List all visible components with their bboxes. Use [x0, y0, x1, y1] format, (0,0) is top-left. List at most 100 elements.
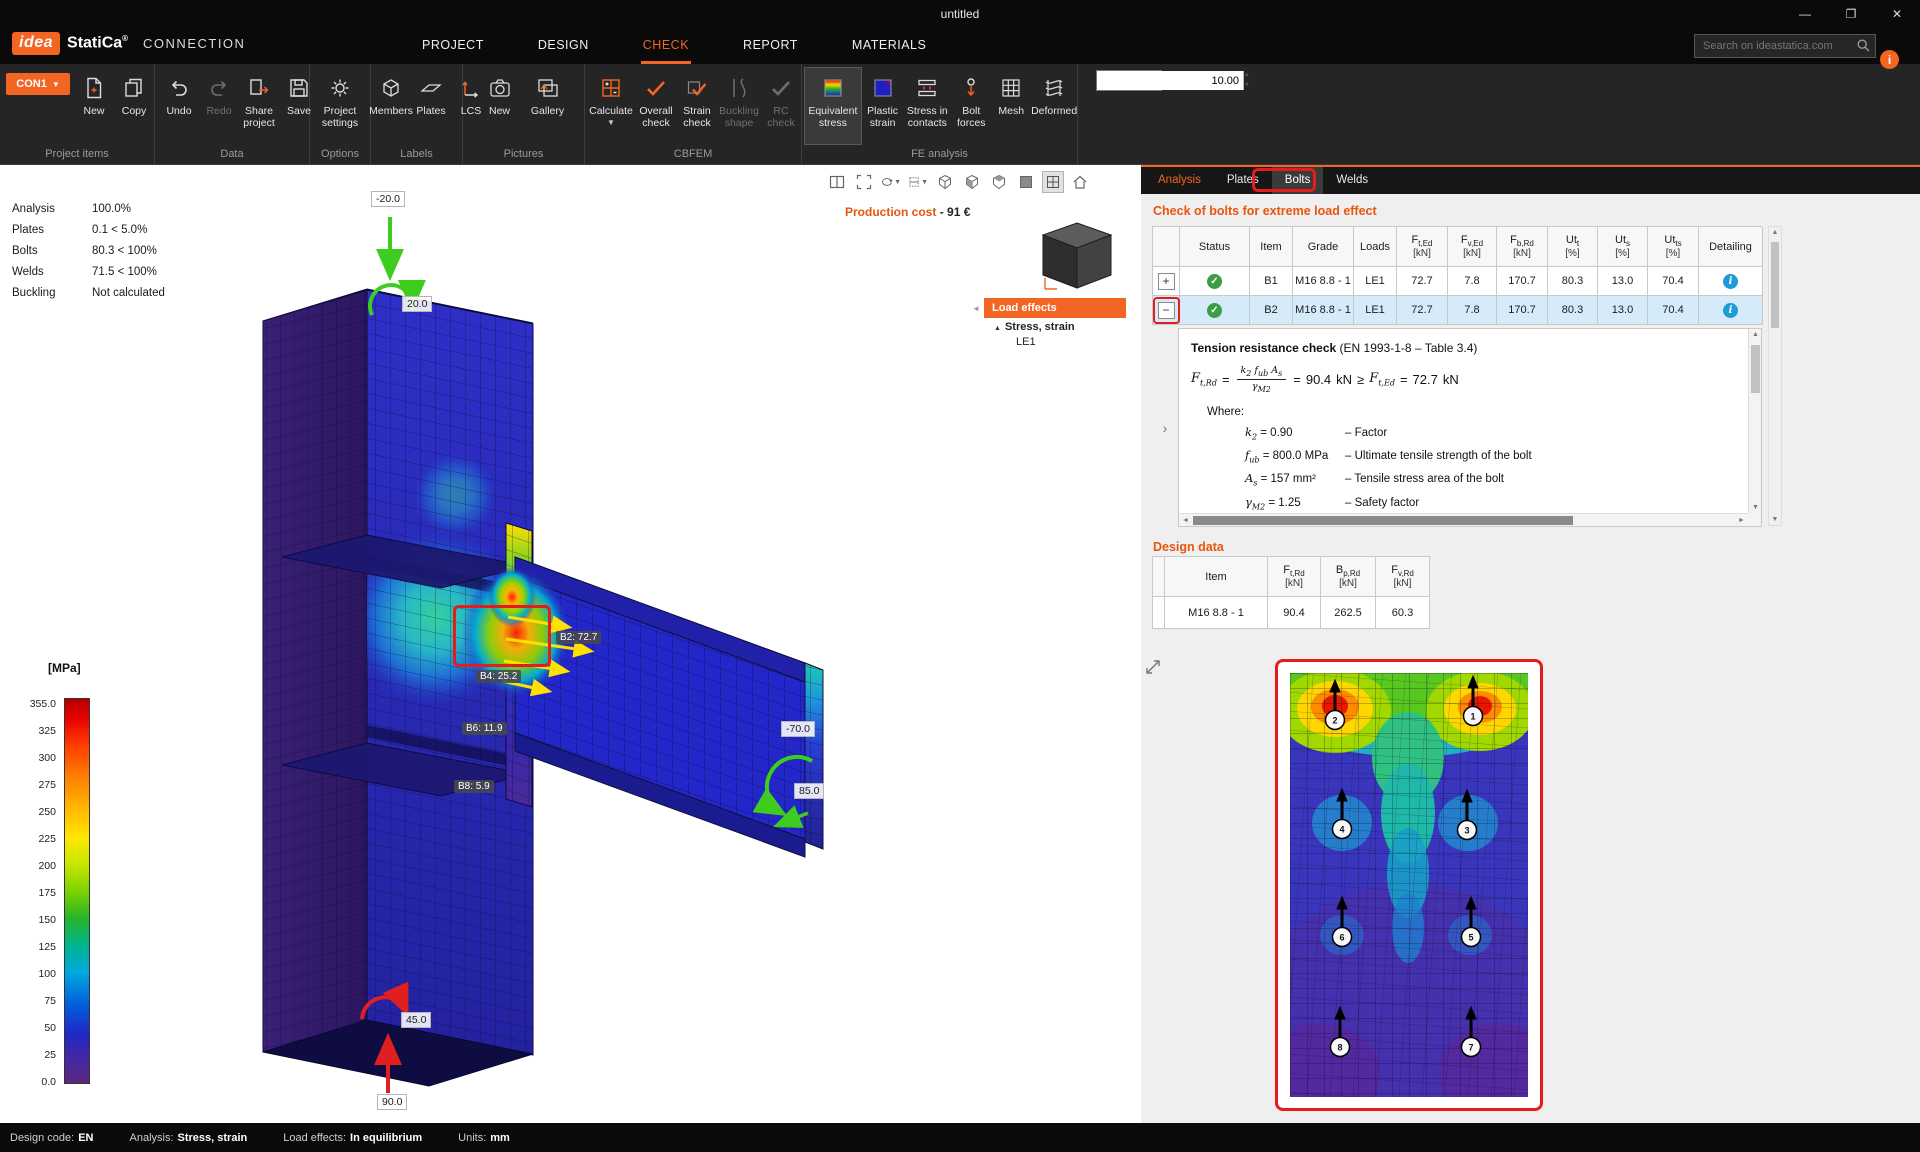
stress-in-contacts-button[interactable]: Stress in contacts: [903, 67, 951, 145]
close-button[interactable]: ✕: [1874, 0, 1920, 28]
scroll-right-icon[interactable]: ►: [1735, 514, 1748, 527]
detailing-info-icon[interactable]: i: [1723, 274, 1738, 289]
deformed-scale-spinner[interactable]: ▲▼: [1096, 70, 1162, 91]
load-label-top-moment: 20.0: [402, 296, 432, 312]
info-icon[interactable]: i: [1880, 50, 1899, 69]
collapse-icon[interactable]: ◄: [972, 304, 980, 313]
menu-check[interactable]: CHECK: [641, 28, 691, 64]
detailing-info-icon[interactable]: i: [1723, 303, 1738, 318]
minimize-button[interactable]: —: [1782, 0, 1828, 28]
load-effects-tree: ◄ Load effects ▲Stress, strain LE1: [984, 298, 1126, 348]
tab-plates[interactable]: Plates: [1214, 167, 1272, 194]
fullscreen-icon[interactable]: [853, 171, 875, 193]
plastic-strain-button[interactable]: Plastic strain: [862, 67, 904, 145]
shading-solid-icon[interactable]: [1015, 171, 1037, 193]
close-icon: ✕: [1892, 7, 1902, 21]
app-logo: idea StatiCa® CONNECTION: [12, 32, 245, 55]
navigation-cube[interactable]: [1035, 217, 1119, 297]
bolt-forces-button[interactable]: Bolt forces: [951, 67, 991, 145]
view-iso-icon[interactable]: [934, 171, 956, 193]
summary-label: Analysis: [12, 203, 92, 224]
detail-horizontal-scrollbar[interactable]: ◄►: [1179, 513, 1748, 526]
deformed-button[interactable]: Deformed: [1031, 67, 1077, 145]
spin-up-icon[interactable]: ▲: [1244, 71, 1250, 81]
model-3d[interactable]: [0, 165, 1141, 1123]
svg-text:8: 8: [1337, 1043, 1342, 1053]
tab-bolts[interactable]: Bolts: [1272, 167, 1324, 194]
scroll-down-icon[interactable]: ▼: [1749, 504, 1762, 511]
group-caption: Labels: [371, 146, 462, 164]
overall-check-icon: [644, 73, 668, 103]
view-top-icon[interactable]: [988, 171, 1010, 193]
col-ft-rd: Ft,Rd[kN]: [1268, 557, 1321, 597]
where-row: As = 157 mm²– Tensile stress area of the…: [1179, 464, 1761, 487]
table-row-b1[interactable]: + ✓ B1 M16 8.8 - 1 LE1 72.7 7.8 170.7 80…: [1153, 267, 1762, 296]
scrollbar-thumb[interactable]: [1193, 516, 1573, 525]
svg-text:7: 7: [1468, 1043, 1473, 1053]
tab-welds[interactable]: Welds: [1323, 167, 1381, 194]
connection-selector[interactable]: CON1▼: [6, 73, 70, 95]
shading-edges-icon[interactable]: [1042, 171, 1064, 193]
section-icon[interactable]: ▼: [907, 171, 929, 193]
scroll-left-icon[interactable]: ◄: [1179, 514, 1192, 527]
spin-down-icon[interactable]: ▼: [1244, 81, 1250, 91]
strain-check-button[interactable]: Strain check: [677, 67, 717, 145]
tree-root-load-effects[interactable]: Load effects: [984, 298, 1126, 318]
load-label-right-force: 85.0: [794, 783, 824, 799]
scrollbar-thumb[interactable]: [1751, 345, 1760, 393]
detail-expander[interactable]: ›: [1152, 328, 1178, 527]
tree-item-stress-strain[interactable]: ▲Stress, strain: [984, 318, 1126, 334]
members-labels-button[interactable]: Members: [371, 67, 411, 145]
redo-button[interactable]: Redo: [199, 67, 239, 145]
menu-report[interactable]: REPORT: [741, 28, 800, 64]
scrollbar-thumb[interactable]: [1771, 242, 1779, 328]
gear-icon: [328, 73, 352, 103]
menu-project[interactable]: PROJECT: [420, 28, 486, 64]
expand-figure-icon[interactable]: [1144, 658, 1162, 676]
design-data-table: Item Ft,Rd[kN] Bp,Rd[kN] Fv,Rd[kN] M16 8…: [1152, 556, 1430, 629]
detail-vertical-scrollbar[interactable]: ▲▼: [1748, 329, 1761, 513]
new-picture-button[interactable]: New: [478, 67, 522, 145]
plates-labels-button[interactable]: Plates: [411, 67, 451, 145]
collapse-row-button[interactable]: −: [1158, 302, 1175, 319]
scroll-up-icon[interactable]: ▲: [1769, 229, 1781, 236]
rc-check-button[interactable]: RC check: [761, 67, 801, 145]
share-project-button[interactable]: Share project: [239, 67, 279, 145]
gallery-icon: [536, 73, 560, 103]
scroll-down-icon[interactable]: ▼: [1769, 516, 1781, 523]
table-vertical-scrollbar[interactable]: ▲▼: [1768, 226, 1782, 526]
table-row-b2[interactable]: − ✓ B2 M16 8.8 - 1 LE1 72.7 7.8 170.7 80…: [1153, 296, 1762, 325]
design-data-row[interactable]: M16 8.8 - 1 90.4 262.5 60.3: [1153, 597, 1430, 629]
summary-label: Buckling: [12, 287, 92, 308]
scroll-up-icon[interactable]: ▲: [1749, 331, 1762, 338]
copy-button[interactable]: Copy: [114, 67, 154, 145]
maximize-button[interactable]: ❐: [1828, 0, 1874, 28]
view-front-icon[interactable]: [961, 171, 983, 193]
viewport-3d[interactable]: ▼ ▼ Analysis100.0% Plates0.1 < 5.0% Bolt…: [0, 165, 1141, 1123]
project-settings-button[interactable]: Project settings: [313, 67, 367, 145]
viewport-toolbar: ▼ ▼: [826, 171, 1091, 193]
overall-check-button[interactable]: Overall check: [635, 67, 677, 145]
scale-value-input[interactable]: [1097, 71, 1243, 90]
undo-button[interactable]: Undo: [159, 67, 199, 145]
col-ft-ed: Ft,Ed[kN]: [1397, 227, 1448, 267]
expand-row-button[interactable]: +: [1158, 273, 1175, 290]
new-project-button[interactable]: New: [74, 67, 114, 145]
bolt-label-b8: B8: 5.9: [454, 780, 494, 793]
search-input[interactable]: [1694, 34, 1876, 58]
new-project-icon: [82, 73, 106, 103]
buckling-shape-button[interactable]: Buckling shape: [717, 67, 761, 145]
tree-item-le1[interactable]: LE1: [984, 334, 1126, 348]
home-view-icon[interactable]: [1069, 171, 1091, 193]
menu-design[interactable]: DESIGN: [536, 28, 591, 64]
orbit-icon[interactable]: ▼: [880, 171, 902, 193]
equivalent-stress-button[interactable]: Equivalent stress: [804, 67, 862, 145]
tab-analysis[interactable]: Analysis: [1145, 167, 1214, 194]
bolts-table: Status Item Grade Loads Ft,Ed[kN] Fv,Ed[…: [1152, 226, 1762, 325]
gallery-button[interactable]: Gallery: [526, 67, 570, 145]
menu-materials[interactable]: MATERIALS: [850, 28, 928, 64]
where-row: fub = 800.0 MPa– Ultimate tensile streng…: [1179, 441, 1761, 464]
split-view-icon[interactable]: [826, 171, 848, 193]
calculate-button[interactable]: Calculate ▼: [587, 67, 635, 145]
mesh-button[interactable]: Mesh: [991, 67, 1031, 145]
